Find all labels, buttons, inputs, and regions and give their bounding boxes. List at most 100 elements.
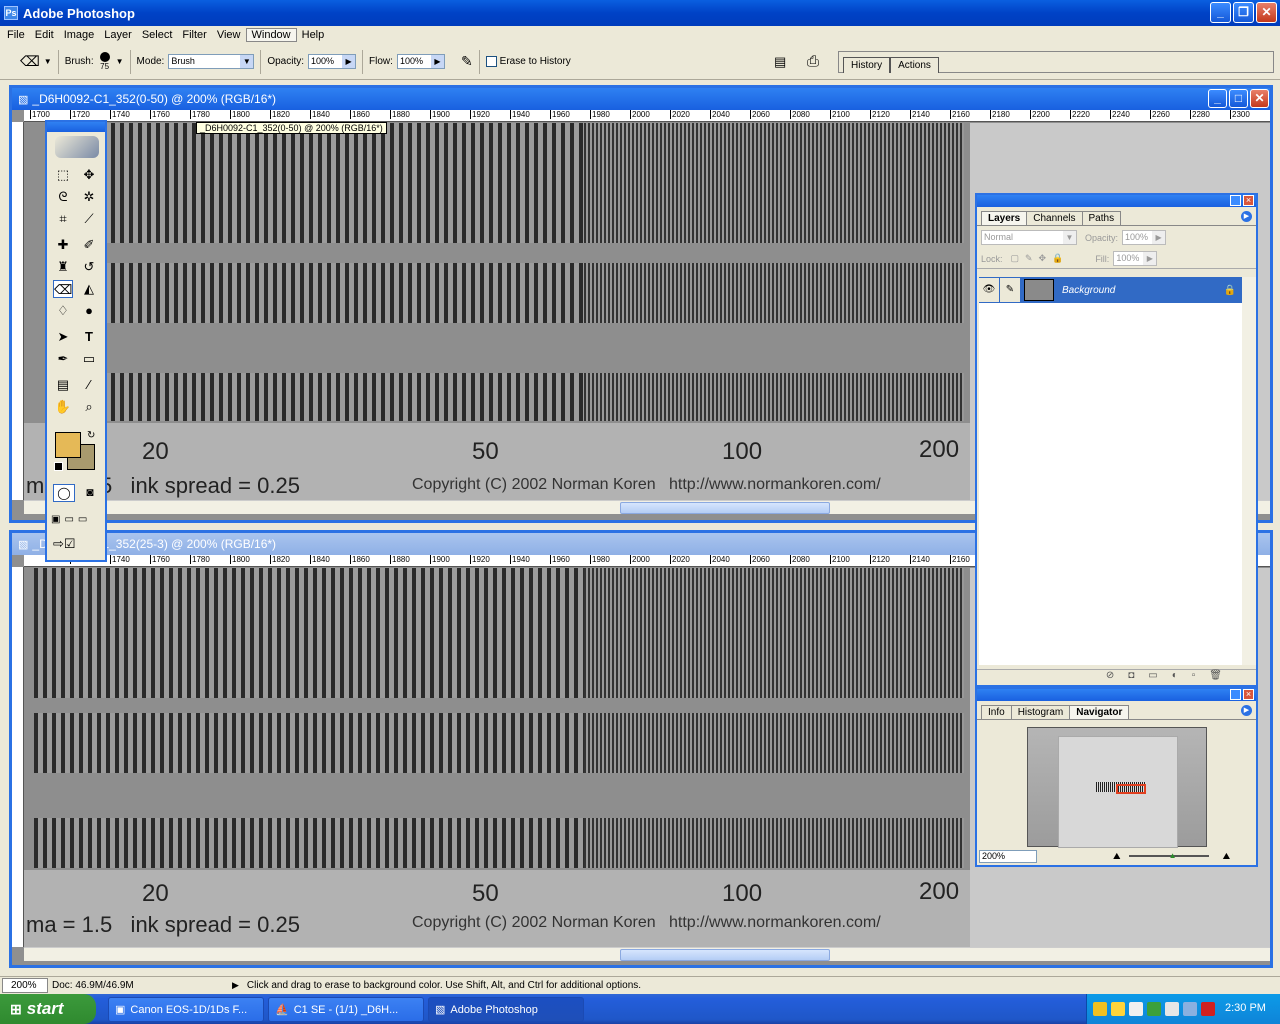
horizontal-ruler-1[interactable]: 1700 1720 1740 1760 1780 1800 1820 1840 1860 1880…: [24, 110, 1270, 122]
notes-tool-icon[interactable]: ▤: [53, 376, 73, 394]
menu-file[interactable]: File: [2, 29, 30, 41]
magic-wand-tool-icon[interactable]: ✲: [79, 188, 99, 206]
tab-layers[interactable]: Layers: [981, 211, 1028, 225]
doc1-maximize-button[interactable]: □: [1229, 89, 1248, 108]
marquee-tool-icon[interactable]: ⬚: [53, 166, 73, 184]
document-2-horizontal-scrollbar[interactable]: [24, 947, 1270, 961]
fill-field[interactable]: 100% ▶: [1113, 251, 1158, 266]
hand-tool-icon[interactable]: ✋: [53, 398, 73, 416]
app-title-bar[interactable]: Ps Adobe Photoshop _ ❐ ✕: [0, 0, 1280, 26]
visibility-eye-icon[interactable]: 👁: [979, 278, 999, 302]
erase-to-history-checkbox[interactable]: [485, 56, 497, 67]
eraser-tool-preset-icon[interactable]: ⌫: [20, 53, 40, 70]
zoom-slider-thumb[interactable]: ▲: [1169, 851, 1177, 860]
dodge-tool-icon[interactable]: ●: [79, 302, 99, 320]
layers-palette-title-bar[interactable]: ×: [977, 195, 1256, 207]
palette-well-printer-icon[interactable]: ⎙: [807, 53, 819, 70]
tab-info[interactable]: Info: [981, 705, 1012, 719]
brush-tool-icon[interactable]: ✐: [79, 236, 99, 254]
start-button[interactable]: ⊞ start: [0, 994, 96, 1024]
document-1-canvas[interactable]: 20 50 100 200 ma = 1.5 ink spread = 0.25…: [24, 123, 970, 500]
default-colors-icon[interactable]: [54, 462, 63, 471]
palette-close-button[interactable]: ×: [1243, 195, 1254, 206]
navigator-thumbnail[interactable]: [1027, 727, 1207, 848]
opacity-slider-arrow-icon[interactable]: ▶: [342, 55, 356, 68]
move-tool-icon[interactable]: ✥: [79, 166, 99, 184]
clone-stamp-tool-icon[interactable]: ♜: [53, 258, 73, 276]
tab-channels[interactable]: Channels: [1026, 211, 1083, 225]
volume-icon[interactable]: [1165, 1002, 1179, 1016]
scroll-thumb[interactable]: [620, 502, 830, 514]
zoom-in-icon[interactable]: ⛰: [1223, 851, 1231, 862]
toolbox[interactable]: ⬚ ✥ ᘓ ✲ ⌗ ⟋ ✚ ✐ ♜ ↺ ⌫ ◭ ♢ ● ➤ T ✒ ▭ ▤ ⁄ …: [45, 120, 107, 562]
menu-layer[interactable]: Layer: [99, 29, 137, 41]
paint-bucket-tool-icon[interactable]: ◭: [79, 280, 99, 298]
palette-menu-arrow-icon[interactable]: ▶: [1241, 705, 1252, 716]
tray-icon-1[interactable]: [1093, 1002, 1107, 1016]
doc-size-info[interactable]: Doc: 46.9M/46.9M: [52, 980, 232, 991]
eyedropper-tool-icon[interactable]: ⁄: [79, 376, 99, 394]
menu-view[interactable]: View: [212, 29, 246, 41]
menu-edit[interactable]: Edit: [30, 29, 59, 41]
tray-icon-4[interactable]: [1147, 1002, 1161, 1016]
zoom-tool-icon[interactable]: ⌕: [79, 398, 99, 416]
tab-paths[interactable]: Paths: [1081, 211, 1122, 225]
navigator-palette[interactable]: × Info Histogram Navigator ▶ 200% ⛰ ▲ ⛰: [975, 687, 1258, 867]
lasso-tool-icon[interactable]: ᘓ: [53, 188, 73, 206]
status-menu-arrow-icon[interactable]: ▶: [232, 980, 239, 991]
palette-minimize-button[interactable]: [1230, 195, 1241, 206]
mode-select[interactable]: Brush ▼: [168, 54, 255, 69]
taskbar-item-photoshop[interactable]: ▧ Adobe Photoshop: [428, 997, 584, 1022]
document-2-canvas[interactable]: 20 50 100 200 ma = 1.5 ink spread = 0.25…: [24, 568, 970, 947]
shape-tool-icon[interactable]: ▭: [79, 350, 99, 368]
zoom-out-icon[interactable]: ⛰: [1113, 851, 1121, 862]
palette-menu-arrow-icon[interactable]: ▶: [1241, 211, 1252, 222]
flow-slider-arrow-icon[interactable]: ▶: [430, 55, 444, 68]
navigator-zoom-field[interactable]: 200%: [979, 849, 1037, 863]
layer-row-background[interactable]: 👁 ✎ Background 🔒: [979, 277, 1242, 303]
quick-mask-mode-icon[interactable]: ◙: [79, 484, 101, 502]
menu-window[interactable]: Window: [245, 28, 297, 42]
menu-select[interactable]: Select: [137, 29, 178, 41]
healing-brush-tool-icon[interactable]: ✚: [53, 236, 73, 254]
crop-tool-icon[interactable]: ⌗: [53, 210, 73, 228]
tray-icon-3[interactable]: [1129, 1002, 1143, 1016]
scroll-thumb[interactable]: [620, 949, 830, 961]
doc1-minimize-button[interactable]: _: [1208, 89, 1227, 108]
menu-image[interactable]: Image: [59, 29, 100, 41]
taskbar-item-canon[interactable]: ▣ Canon EOS-1D/1Ds F...: [108, 997, 264, 1022]
airbrush-icon[interactable]: ✎: [461, 53, 473, 70]
tray-icon-6[interactable]: [1183, 1002, 1197, 1016]
palette-close-button[interactable]: ×: [1243, 689, 1254, 700]
layers-bottom-buttons[interactable]: ⊘◘▭◐▫🗑: [977, 669, 1256, 685]
tab-actions[interactable]: Actions: [890, 57, 939, 73]
flow-field[interactable]: 100% ▶: [396, 54, 445, 69]
status-zoom-field[interactable]: 200%: [2, 978, 48, 993]
toolbox-title-bar[interactable]: [47, 122, 105, 132]
tab-histogram[interactable]: Histogram: [1010, 705, 1071, 719]
restore-button[interactable]: ❐: [1233, 2, 1254, 23]
opacity-field[interactable]: 100% ▶: [308, 54, 357, 69]
slice-tool-icon[interactable]: ⟋: [79, 210, 99, 228]
adobe-online-feather-icon[interactable]: [55, 136, 99, 158]
pen-tool-icon[interactable]: ✒: [53, 350, 73, 368]
path-selection-tool-icon[interactable]: ➤: [53, 328, 73, 346]
brush-dropdown-arrow-icon[interactable]: ▼: [116, 57, 124, 66]
screen-mode-icons[interactable]: ▣▭▭: [51, 514, 105, 528]
tab-history[interactable]: History: [843, 57, 891, 73]
navigator-palette-title-bar[interactable]: ×: [977, 689, 1256, 701]
menu-filter[interactable]: Filter: [177, 29, 211, 41]
swap-colors-icon[interactable]: ↻: [87, 430, 95, 441]
brush-preset-picker[interactable]: 75: [99, 52, 110, 71]
minimize-button[interactable]: _: [1210, 2, 1231, 23]
standard-mode-icon[interactable]: ◯: [53, 484, 75, 502]
vertical-ruler-1[interactable]: [12, 122, 24, 500]
taskbar-item-c1se[interactable]: ⛵ C1 SE - (1/1) _D6H...: [268, 997, 424, 1022]
close-button[interactable]: ✕: [1256, 2, 1277, 23]
history-brush-tool-icon[interactable]: ↺: [79, 258, 99, 276]
menu-help[interactable]: Help: [297, 29, 330, 41]
layers-scrollbar[interactable]: [1242, 277, 1256, 665]
layers-palette[interactable]: × Layers Channels Paths ▶ Normal ▼ Opacity:…: [975, 193, 1258, 687]
eraser-tool-icon[interactable]: ⌫: [53, 280, 73, 298]
file-browser-icon[interactable]: ▤: [774, 54, 786, 70]
